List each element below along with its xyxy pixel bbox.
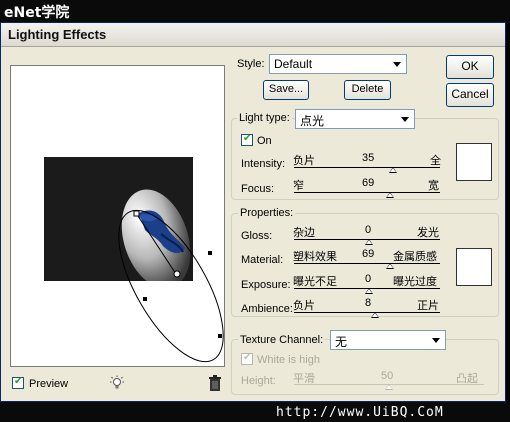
chevron-down-icon bbox=[393, 62, 401, 67]
gloss-slider-thumb[interactable] bbox=[365, 239, 373, 245]
watermark-top: eNet学院 bbox=[4, 5, 70, 21]
watermark-bottom: http://www.UiBQ.CoM bbox=[276, 405, 444, 420]
resize-handle-2 bbox=[143, 297, 147, 301]
exposure-max-label: 曝光过度 bbox=[393, 276, 437, 288]
intensity-min-label: 负片 bbox=[293, 155, 315, 167]
gloss-min-label: 杂边 bbox=[293, 227, 315, 239]
preview-label: Preview bbox=[29, 378, 69, 390]
style-select[interactable]: Default bbox=[269, 54, 407, 74]
intensity-value: 35 bbox=[362, 152, 375, 164]
light-on-label: On bbox=[257, 135, 272, 147]
texture-channel-label: Texture Channel: bbox=[238, 334, 326, 346]
intensity-label: Intensity: bbox=[241, 158, 286, 170]
focus-min-label: 窄 bbox=[293, 180, 304, 192]
chevron-down-icon bbox=[401, 117, 409, 122]
chevron-down-icon bbox=[432, 338, 440, 343]
intensity-slider-thumb[interactable] bbox=[389, 167, 397, 173]
ambience-value: 8 bbox=[365, 297, 372, 309]
intensity-slider-track bbox=[294, 167, 440, 168]
light-type-label: Light type: bbox=[237, 112, 292, 124]
trash-icon[interactable] bbox=[208, 375, 222, 391]
delete-button[interactable]: Delete bbox=[344, 80, 391, 100]
height-label: Height: bbox=[241, 375, 276, 387]
ambience-min-label: 负片 bbox=[293, 300, 315, 312]
focus-value: 69 bbox=[362, 177, 375, 189]
focus-slider-thumb[interactable] bbox=[386, 192, 394, 198]
material-slider-thumb[interactable] bbox=[386, 263, 394, 269]
top-watermark-strip bbox=[0, 0, 510, 22]
exposure-value: 0 bbox=[365, 273, 372, 285]
gloss-max-label: 发光 bbox=[417, 227, 439, 239]
ambience-max-label: 正片 bbox=[417, 300, 439, 312]
light-type-value: 点光 bbox=[300, 114, 325, 128]
exposure-label: Exposure: bbox=[241, 279, 291, 291]
light-center-handle bbox=[173, 270, 181, 278]
height-slider-thumb[interactable] bbox=[385, 384, 393, 390]
dialog-title: Lighting Effects bbox=[8, 27, 107, 42]
resize-handle-1 bbox=[208, 251, 212, 255]
material-min-label: 塑料效果 bbox=[293, 251, 337, 263]
properties-title: Properties: bbox=[238, 207, 296, 219]
style-label: Style: bbox=[237, 58, 265, 70]
title-bar: Lighting Effects bbox=[1, 23, 505, 47]
ambience-slider-track bbox=[294, 312, 440, 313]
focus-slider-track bbox=[294, 192, 440, 193]
texture-channel-value: 无 bbox=[335, 335, 348, 349]
save-button[interactable]: Save... bbox=[263, 80, 309, 100]
focus-max-label: 宽 bbox=[428, 180, 439, 192]
intensity-max-label: 全 bbox=[430, 155, 441, 167]
texture-channel-select[interactable]: 无 bbox=[330, 330, 446, 350]
direction-handle bbox=[133, 210, 140, 217]
light-color-swatch[interactable] bbox=[456, 143, 492, 181]
exposure-slider-thumb[interactable] bbox=[365, 288, 373, 294]
exposure-min-label: 曝光不足 bbox=[293, 276, 337, 288]
preview-checkbox[interactable] bbox=[12, 376, 24, 389]
ambience-label: Ambience: bbox=[241, 303, 293, 315]
light-type-select[interactable]: 点光 bbox=[295, 109, 415, 129]
white-is-high-label: White is high bbox=[257, 354, 320, 366]
material-max-label: 金属质感 bbox=[393, 251, 437, 263]
focus-label: Focus: bbox=[241, 183, 275, 195]
properties-color-swatch[interactable] bbox=[456, 248, 492, 286]
white-is-high-checkbox[interactable] bbox=[241, 352, 253, 365]
preview-area[interactable] bbox=[10, 65, 225, 367]
lighting-effects-dialog: Lighting Effects ✔ Preview Style: Defaul… bbox=[0, 22, 506, 402]
height-value: 50 bbox=[381, 370, 394, 382]
material-label: Material: bbox=[241, 254, 284, 266]
resize-handle-3 bbox=[218, 334, 222, 338]
gloss-value: 0 bbox=[365, 224, 372, 236]
ambience-slider-thumb[interactable] bbox=[371, 312, 379, 318]
light-bulb-icon[interactable] bbox=[109, 375, 125, 391]
gloss-label: Gloss: bbox=[241, 230, 273, 242]
material-value: 69 bbox=[362, 248, 375, 260]
cancel-button[interactable]: Cancel bbox=[446, 83, 494, 107]
material-slider-track bbox=[294, 263, 440, 264]
ok-button[interactable]: OK bbox=[446, 55, 494, 79]
light-on-checkbox[interactable] bbox=[241, 133, 253, 146]
style-value: Default bbox=[274, 57, 313, 71]
